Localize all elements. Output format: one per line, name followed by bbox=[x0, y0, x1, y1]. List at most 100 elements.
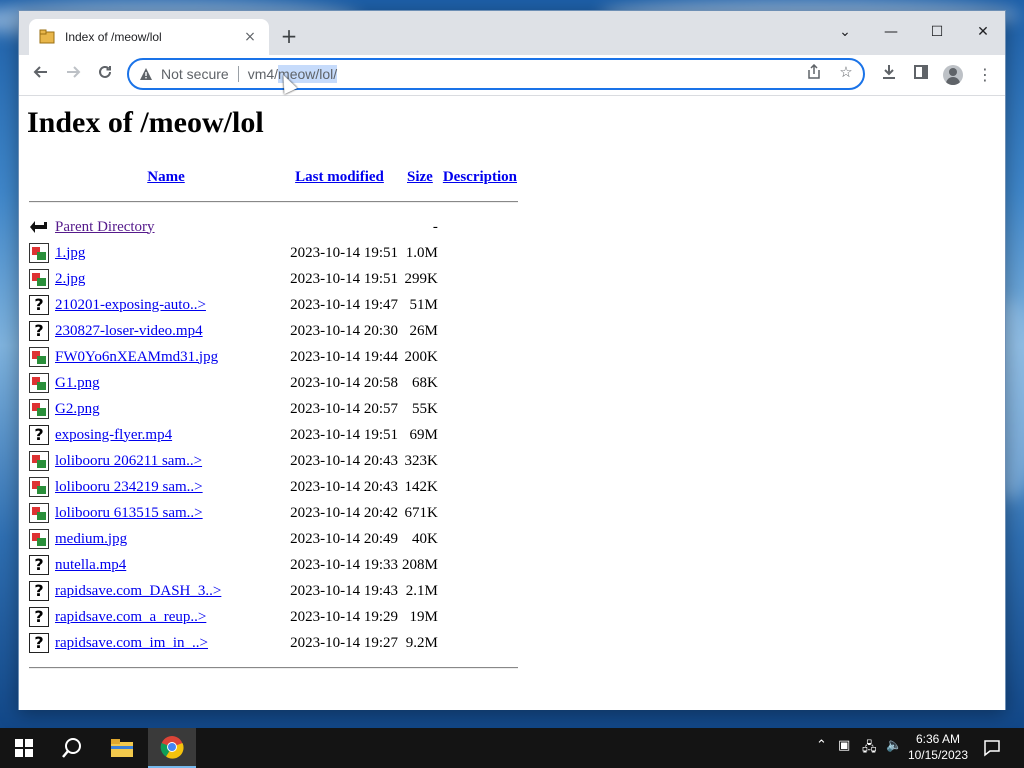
share-icon[interactable] bbox=[805, 63, 823, 82]
search-icon[interactable] bbox=[48, 728, 96, 768]
tab-strip: Index of /meow/lol × + ⌄ — ☐ ✕ bbox=[19, 11, 1005, 55]
bookmark-star-icon[interactable]: ☆ bbox=[837, 64, 855, 82]
warning-triangle-icon[interactable] bbox=[139, 67, 153, 81]
file-link[interactable]: 210201-exposing-auto..> bbox=[55, 297, 206, 313]
address-bar[interactable]: Not secure vm4/meow/lol/ ☆ bbox=[127, 58, 865, 90]
file-link[interactable]: nutella.mp4 bbox=[55, 557, 126, 573]
forward-arrow-icon[interactable] bbox=[59, 61, 87, 89]
file-row: ? 210201-exposing-auto..> 2023-10-14 19:47… bbox=[27, 292, 520, 318]
file-size: 19M bbox=[409, 608, 438, 625]
file-row: ? rapidsave.com_a_reup..> 2023-10-14 19:29… bbox=[27, 604, 520, 630]
file-link[interactable]: lolibooru 206211 sam..> bbox=[55, 453, 202, 469]
security-shield-icon[interactable]: ▣ bbox=[838, 738, 850, 753]
file-description bbox=[440, 552, 520, 578]
menu-kebab-icon[interactable]: ⋮ bbox=[971, 61, 999, 89]
footer-divider bbox=[27, 656, 520, 680]
show-hidden-icons-chevron-icon[interactable]: ⌃ bbox=[816, 738, 827, 753]
file-modified: 2023-10-14 19:33 bbox=[290, 556, 398, 573]
sort-by-size-link[interactable]: Size bbox=[407, 169, 433, 185]
file-modified: 2023-10-14 19:51 bbox=[290, 426, 398, 443]
profile-avatar[interactable] bbox=[939, 61, 967, 89]
browser-toolbar: Not secure vm4/meow/lol/ ☆ ⋮ bbox=[19, 55, 1005, 96]
image-file-icon bbox=[29, 503, 49, 523]
tab-close-icon[interactable]: × bbox=[241, 29, 259, 45]
file-description bbox=[440, 240, 520, 266]
file-description bbox=[440, 266, 520, 292]
chrome-taskbar-icon[interactable] bbox=[148, 728, 196, 768]
sort-by-modified-link[interactable]: Last modified bbox=[295, 169, 384, 185]
tab-active[interactable]: Index of /meow/lol × bbox=[29, 19, 269, 55]
sort-by-description-link[interactable]: Description bbox=[443, 169, 517, 185]
file-description bbox=[440, 344, 520, 370]
file-description bbox=[440, 292, 520, 318]
unknown-file-icon: ? bbox=[29, 607, 49, 627]
file-size: 1.0M bbox=[405, 244, 438, 261]
image-file-icon bbox=[29, 477, 49, 497]
file-link[interactable]: lolibooru 613515 sam..> bbox=[55, 505, 203, 521]
file-link[interactable]: FW0Yo6nXEAMmd31.jpg bbox=[55, 349, 218, 365]
not-secure-label[interactable]: Not secure bbox=[161, 66, 229, 82]
file-link[interactable]: exposing-flyer.mp4 bbox=[55, 427, 172, 443]
file-link[interactable]: 2.jpg bbox=[55, 271, 85, 287]
maximize-button[interactable]: ☐ bbox=[914, 17, 960, 47]
url-host: vm4/ bbox=[247, 66, 279, 82]
file-link[interactable]: 1.jpg bbox=[55, 245, 85, 261]
back-arrow-icon bbox=[29, 217, 49, 237]
unknown-file-icon: ? bbox=[29, 581, 49, 601]
listing-header-row: Name Last modified Size Description bbox=[27, 164, 520, 190]
file-row: lolibooru 234219 sam..> 2023-10-14 20:43 1… bbox=[27, 474, 520, 500]
image-file-icon bbox=[29, 451, 49, 471]
file-size: 26M bbox=[409, 322, 438, 339]
file-size: 9.2M bbox=[405, 634, 438, 651]
file-row: ? exposing-flyer.mp4 2023-10-14 19:51 69M bbox=[27, 422, 520, 448]
file-size: 142K bbox=[404, 478, 438, 495]
file-link[interactable]: G2.png bbox=[55, 401, 100, 417]
file-link[interactable]: medium.jpg bbox=[55, 531, 127, 547]
windows-start-icon[interactable] bbox=[0, 728, 48, 768]
download-icon[interactable] bbox=[875, 61, 903, 89]
person-icon bbox=[943, 65, 963, 85]
reload-icon[interactable] bbox=[91, 61, 119, 89]
file-link[interactable]: G1.png bbox=[55, 375, 100, 391]
file-link[interactable]: lolibooru 234219 sam..> bbox=[55, 479, 203, 495]
image-file-icon bbox=[29, 347, 49, 367]
file-row: 2.jpg 2023-10-14 19:51 299K bbox=[27, 266, 520, 292]
tab-search-dropdown-icon[interactable]: ⌄ bbox=[822, 17, 868, 47]
unknown-file-icon: ? bbox=[29, 633, 49, 653]
file-row: lolibooru 613515 sam..> 2023-10-14 20:42 6… bbox=[27, 500, 520, 526]
file-link[interactable]: rapidsave.com_DASH_3..> bbox=[55, 583, 221, 599]
clock-time: 6:36 AM bbox=[915, 732, 960, 746]
new-tab-button[interactable]: + bbox=[277, 25, 301, 49]
file-modified: 2023-10-14 20:49 bbox=[290, 530, 398, 547]
file-description bbox=[440, 500, 520, 526]
unknown-file-icon: ? bbox=[29, 425, 49, 445]
file-size: 208M bbox=[402, 556, 438, 573]
parent-directory-link[interactable]: Parent Directory bbox=[55, 219, 155, 235]
file-explorer-icon[interactable] bbox=[98, 728, 146, 768]
file-size: 323K bbox=[404, 452, 438, 469]
file-row: ? rapidsave.com_im_in_..> 2023-10-14 19:27… bbox=[27, 630, 520, 656]
page-title: Index of /meow/lol bbox=[27, 106, 264, 139]
file-description bbox=[440, 604, 520, 630]
file-row: medium.jpg 2023-10-14 20:49 40K bbox=[27, 526, 520, 552]
notification-center-icon[interactable] bbox=[970, 728, 1014, 768]
minimize-button[interactable]: — bbox=[868, 17, 914, 47]
image-file-icon bbox=[29, 243, 49, 263]
file-link[interactable]: rapidsave.com_a_reup..> bbox=[55, 609, 206, 625]
side-panel-icon[interactable] bbox=[907, 61, 935, 89]
file-description bbox=[440, 422, 520, 448]
file-size: 299K bbox=[404, 270, 438, 287]
file-link[interactable]: 230827-loser-video.mp4 bbox=[55, 323, 203, 339]
network-icon[interactable]: 🖧 bbox=[862, 738, 877, 760]
tab-title: Index of /meow/lol bbox=[65, 30, 162, 44]
clock-date: 10/15/2023 bbox=[907, 748, 968, 762]
file-size: 2.1M bbox=[405, 582, 438, 599]
file-description bbox=[440, 578, 520, 604]
close-window-button[interactable]: ✕ bbox=[960, 17, 1006, 47]
system-clock[interactable]: 6:36 AM 10/15/2023 bbox=[908, 731, 968, 763]
back-arrow-icon[interactable] bbox=[27, 61, 55, 89]
volume-muted-icon[interactable]: 🔈 bbox=[886, 738, 902, 753]
file-link[interactable]: rapidsave.com_im_in_..> bbox=[55, 635, 208, 651]
sort-by-name-link[interactable]: Name bbox=[147, 169, 185, 185]
omnibox-actions: ☆ bbox=[805, 63, 855, 82]
